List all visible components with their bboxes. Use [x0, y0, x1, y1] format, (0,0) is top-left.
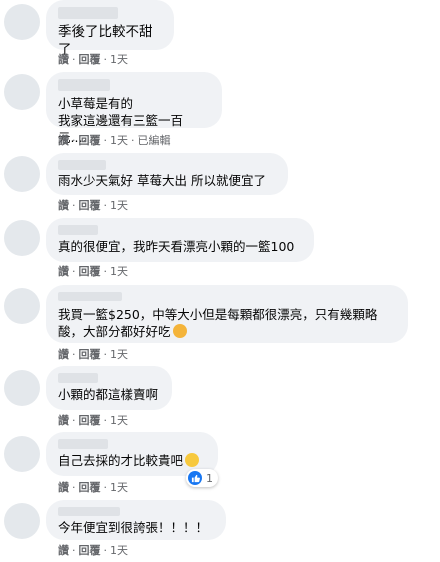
- comment-actions: 讚 · 回覆 · 1天: [58, 348, 128, 361]
- comment-bubble: 小顆的都這樣賣啊: [46, 366, 172, 410]
- like-link[interactable]: 讚: [58, 481, 69, 494]
- like-link[interactable]: 讚: [58, 53, 69, 66]
- reply-link[interactable]: 回覆: [79, 134, 101, 147]
- comment-actions: 讚 · 回覆 · 1天: [58, 481, 128, 494]
- comment-actions: 讚 · 回覆 · 1天: [58, 53, 128, 66]
- comment-bubble: 季後了比較不甜了: [46, 0, 174, 58]
- commenter-name-redacted[interactable]: [58, 373, 98, 383]
- comment-actions: 讚 · 回覆 · 1天: [58, 265, 128, 278]
- avatar[interactable]: [4, 288, 40, 324]
- commenter-name-redacted[interactable]: [58, 439, 108, 449]
- like-link[interactable]: 讚: [58, 414, 69, 427]
- comment-bubble: 小草莓是有的 我家這邊還有三籃一百元....: [46, 72, 222, 145]
- timestamp[interactable]: 1天: [110, 348, 128, 361]
- avatar[interactable]: [4, 436, 40, 472]
- commenter-name-redacted[interactable]: [58, 292, 122, 301]
- comment-bubble: 我買一籃$250，中等大小但是每顆都很漂亮，只有幾顆略 酸，大部分都好好吃: [46, 285, 408, 343]
- reply-link[interactable]: 回覆: [79, 544, 101, 557]
- timestamp[interactable]: 1天: [110, 481, 128, 494]
- timestamp[interactable]: 1天: [110, 53, 128, 66]
- comment-text: 自己去採的才比較貴吧: [58, 453, 206, 469]
- commenter-name-redacted[interactable]: [58, 225, 98, 235]
- like-icon: [188, 471, 202, 485]
- timestamp[interactable]: 1天: [110, 199, 128, 212]
- comment-bubble: 雨水少天氣好 草莓大出 所以就便宜了: [46, 153, 288, 195]
- comment-actions: 讚 · 回覆 · 1天: [58, 199, 128, 212]
- reply-link[interactable]: 回覆: [79, 199, 101, 212]
- smiling-face-with-hearts-emoji: [172, 324, 187, 338]
- timestamp[interactable]: 1天: [110, 265, 128, 278]
- avatar[interactable]: [4, 74, 40, 110]
- timestamp[interactable]: 1天: [110, 544, 128, 557]
- comment-text: 小顆的都這樣賣啊: [58, 387, 159, 402]
- avatar[interactable]: [4, 4, 40, 40]
- comment-text: 真的很便宜，我昨天看漂亮小顆的一籃100: [58, 239, 295, 254]
- commenter-name-redacted[interactable]: [58, 160, 106, 170]
- timestamp[interactable]: 1天: [110, 414, 128, 427]
- like-link[interactable]: 讚: [58, 544, 69, 557]
- avatar[interactable]: [4, 220, 40, 256]
- comment-bubble: 今年便宜到很誇張！！！！: [46, 500, 226, 540]
- comment-actions: 讚 · 回覆 · 1天 · 已編輯: [58, 134, 171, 147]
- comment-bubble: 真的很便宜，我昨天看漂亮小顆的一籃100: [46, 218, 314, 262]
- comment-text: 今年便宜到很誇張！！！！: [58, 520, 209, 535]
- comment-text: 雨水少天氣好 草莓大出 所以就便宜了: [58, 173, 266, 188]
- commenter-name-redacted[interactable]: [58, 79, 110, 91]
- avatar[interactable]: [4, 503, 40, 539]
- like-link[interactable]: 讚: [58, 348, 69, 361]
- like-link[interactable]: 讚: [58, 134, 69, 147]
- reply-link[interactable]: 回覆: [79, 414, 101, 427]
- reaction-count[interactable]: 1: [186, 469, 218, 487]
- comment-actions: 讚 · 回覆 · 1天: [58, 414, 128, 427]
- reply-link[interactable]: 回覆: [79, 348, 101, 361]
- reply-link[interactable]: 回覆: [79, 481, 101, 494]
- comment-text: 我買一籃$250，中等大小但是每顆都很漂亮，只有幾顆略 酸，大部分都好好吃: [58, 307, 378, 339]
- grinning-face-emoji: [185, 453, 200, 467]
- edited-label: 已編輯: [137, 134, 171, 147]
- comment-actions: 讚 · 回覆 · 1天: [58, 544, 128, 557]
- like-link[interactable]: 讚: [58, 199, 69, 212]
- reply-link[interactable]: 回覆: [79, 265, 101, 278]
- like-link[interactable]: 讚: [58, 265, 69, 278]
- avatar[interactable]: [4, 156, 40, 192]
- timestamp[interactable]: 1天: [110, 134, 128, 147]
- avatar[interactable]: [4, 370, 40, 406]
- commenter-name-redacted[interactable]: [58, 7, 118, 19]
- reply-link[interactable]: 回覆: [79, 53, 101, 66]
- commenter-name-redacted[interactable]: [58, 507, 120, 516]
